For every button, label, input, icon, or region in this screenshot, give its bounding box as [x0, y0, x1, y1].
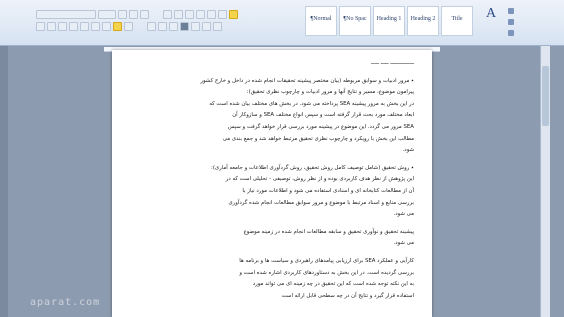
- document-line[interactable]: استفاده قرار گیرد و نتایج آن در چه سطحی …: [132, 291, 414, 303]
- align-right-icon[interactable]: [169, 22, 178, 31]
- align-left-icon[interactable]: [147, 22, 156, 31]
- document-line[interactable]: بررسی گردیده است. در این بخش به دستاورده…: [132, 268, 414, 280]
- change-styles-button[interactable]: A: [478, 6, 504, 38]
- italic-icon[interactable]: [47, 22, 56, 31]
- document-line[interactable]: ـــــــــــــــ ـــــ ـــــ: [301, 58, 414, 70]
- document-line[interactable]: SEA مرور می گردد. این موضوع در پیشینه مو…: [132, 122, 414, 134]
- document-line[interactable]: پیرامون موضوع، مسیر و نتایج آنها و مرور …: [132, 87, 414, 99]
- document-line[interactable]: مطالب این بخش با رویکرد و چارچوب نظری تح…: [132, 134, 414, 146]
- scroll-thumb[interactable]: [542, 66, 549, 126]
- justify-icon[interactable]: [180, 22, 189, 31]
- line-spacing-icon[interactable]: [191, 22, 200, 31]
- styles-gallery: ¶Normal ¶No Spac Heading 1 Heading 2 Tit…: [305, 6, 475, 38]
- ribbon: ¶Normal ¶No Spac Heading 1 Heading 2 Tit…: [0, 0, 564, 46]
- style-preview: ¶Normal: [310, 16, 332, 22]
- increase-indent-icon[interactable]: [207, 10, 216, 19]
- superscript-icon[interactable]: [91, 22, 100, 31]
- style-preview: Heading 1: [376, 16, 402, 22]
- bullets-icon[interactable]: [163, 10, 172, 19]
- font-toolbar-row-1: [36, 10, 238, 20]
- document-line[interactable]: پیشینه تحقیق و نوآوری تحقیق و سابقه مطال…: [132, 227, 414, 239]
- document-line[interactable]: کارآیی و عملکرد SEA برای ارزیابی پیامدها…: [132, 256, 414, 268]
- document-line[interactable]: این پژوهش از نظر هدف کاربردی بوده و از ن…: [132, 174, 414, 186]
- borders-icon[interactable]: [213, 22, 222, 31]
- font-group: [36, 10, 286, 44]
- shrink-font-icon[interactable]: [129, 10, 138, 19]
- sort-icon[interactable]: [218, 10, 227, 19]
- document-line[interactable]: می شود.: [301, 238, 414, 250]
- style-preview: Title: [451, 16, 463, 22]
- style-heading-1[interactable]: Heading 1: [373, 6, 405, 36]
- style-title[interactable]: Title: [441, 6, 473, 36]
- change-styles-icon: A: [485, 6, 497, 21]
- find-icon: [508, 7, 514, 14]
- editing-group: [508, 6, 564, 38]
- highlight-color-icon[interactable]: [113, 22, 122, 31]
- select-icon: [508, 29, 514, 36]
- subscript-icon[interactable]: [80, 22, 89, 31]
- text-effects-icon[interactable]: [102, 22, 111, 31]
- show-formatting-icon[interactable]: [229, 10, 238, 19]
- style-preview: ¶No Spac: [343, 16, 367, 22]
- replace-icon: [508, 18, 514, 25]
- multilevel-list-icon[interactable]: [185, 10, 194, 19]
- document-line[interactable]: ابعاد مختلف مورد بحث قرار گرفته است و سپ…: [132, 110, 414, 122]
- replace-button[interactable]: [508, 17, 564, 26]
- document-page[interactable]: ـــــــــــــــ ـــــ ـــــ ٭ مرور ادبیات…: [112, 50, 432, 317]
- left-margin-area: [0, 46, 8, 317]
- font-name-box[interactable]: [36, 10, 96, 19]
- document-body[interactable]: ـــــــــــــــ ـــــ ـــــ ٭ مرور ادبیات…: [132, 58, 414, 302]
- vertical-scrollbar[interactable]: [540, 46, 550, 317]
- document-line[interactable]: در این بخش به مرور پیشینه SEA پرداخته می…: [132, 99, 414, 111]
- underline-icon[interactable]: [58, 22, 67, 31]
- font-toolbar-row-2: [36, 22, 222, 32]
- shading-icon[interactable]: [202, 22, 211, 31]
- find-button[interactable]: [508, 6, 564, 15]
- align-center-icon[interactable]: [158, 22, 167, 31]
- font-color-icon[interactable]: [124, 22, 133, 31]
- document-line[interactable]: آن از مطالعات کتابخانه ای و اسنادی استفا…: [132, 186, 414, 198]
- strikethrough-icon[interactable]: [69, 22, 78, 31]
- style-preview: Heading 2: [410, 16, 436, 22]
- bold-icon[interactable]: [36, 22, 45, 31]
- numbering-icon[interactable]: [174, 10, 183, 19]
- style-heading-2[interactable]: Heading 2: [407, 6, 439, 36]
- decrease-indent-icon[interactable]: [196, 10, 205, 19]
- select-button[interactable]: [508, 28, 564, 37]
- document-line[interactable]: ٭ روش تحقیق (شامل توصیف کامل روش تحقیق، …: [132, 163, 414, 175]
- watermark: aparat.com: [30, 297, 101, 308]
- style-no-spacing[interactable]: ¶No Spac: [339, 6, 371, 36]
- document-line[interactable]: به این نکته توجه شده است که این تحقیق در…: [132, 279, 414, 291]
- style-normal[interactable]: ¶Normal: [305, 6, 337, 36]
- grow-font-icon[interactable]: [118, 10, 127, 19]
- clear-format-icon[interactable]: [140, 10, 149, 19]
- document-line[interactable]: بررسی منابع و اسناد مرتبط با موضوع و مرو…: [132, 198, 414, 210]
- document-line[interactable]: ٭ مرور ادبیات و سوابق مربوطه (بیان مختصر…: [132, 76, 414, 88]
- document-line[interactable]: می شود.: [301, 209, 414, 221]
- document-line[interactable]: شود.: [301, 145, 414, 157]
- font-size-box[interactable]: [98, 10, 116, 19]
